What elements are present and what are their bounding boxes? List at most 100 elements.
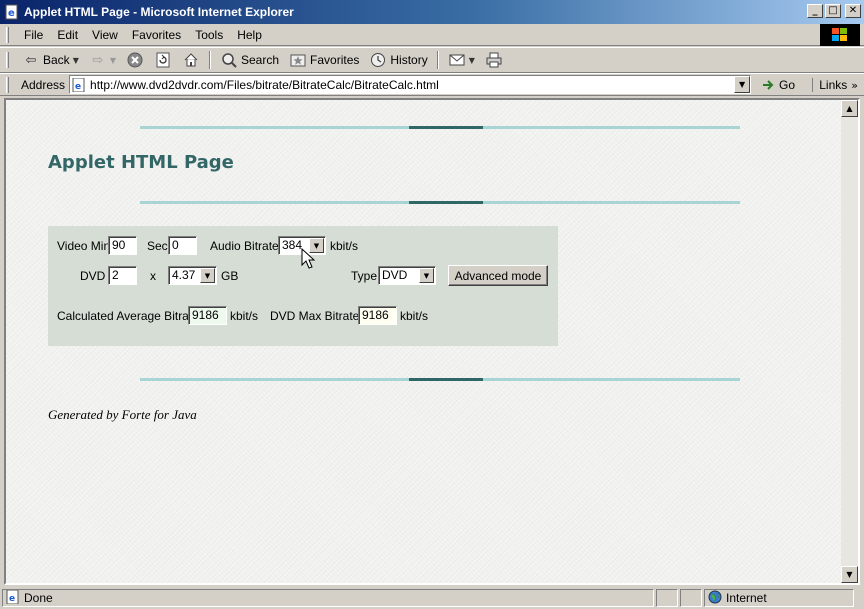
- zone-cell: Internet: [704, 589, 854, 607]
- stop-button[interactable]: [121, 49, 149, 71]
- vertical-scrollbar[interactable]: ▲ ▼: [841, 100, 858, 583]
- menu-help[interactable]: Help: [230, 26, 269, 44]
- address-url: http://www.dvd2dvdr.com/Files/bitrate/Bi…: [90, 77, 439, 92]
- chevron-down-icon[interactable]: ▼: [200, 268, 215, 283]
- video-min-label: Video Min: [57, 239, 111, 253]
- menu-view-label: View: [92, 27, 118, 42]
- menu-file[interactable]: File: [17, 26, 50, 44]
- forward-button[interactable]: ⇨ ▼: [84, 49, 121, 71]
- horizontal-rule: [140, 126, 740, 129]
- avg-bitrate-label: Calculated Average Bitrate: [57, 309, 199, 323]
- type-label: Type: [351, 269, 378, 283]
- dvd-size-select[interactable]: 4.37 ▼: [168, 266, 217, 285]
- max-bitrate-label: DVD Max Bitrate: [270, 309, 360, 323]
- address-grip: [6, 76, 9, 93]
- toolbar-separator: [209, 51, 211, 69]
- menu-view[interactable]: View: [85, 26, 125, 44]
- ie-page-icon: e: [6, 589, 20, 607]
- print-button[interactable]: [480, 49, 508, 71]
- menu-grip: [6, 26, 9, 43]
- mail-icon: [448, 51, 466, 69]
- status-text-cell: e Done: [2, 589, 654, 607]
- history-button[interactable]: History: [364, 49, 432, 71]
- close-button[interactable]: ✕: [845, 4, 861, 18]
- browser-content-frame: Applet HTML Page Video Min 90 Sec 0 Audi…: [4, 98, 860, 585]
- horizontal-rule: [140, 378, 740, 381]
- back-button[interactable]: ⇦ Back ▼: [17, 49, 84, 71]
- back-label: Back: [43, 53, 70, 67]
- toolbar-separator: [436, 51, 439, 69]
- sec-label: Sec: [147, 239, 168, 253]
- window-title: Applet HTML Page - Microsoft Internet Ex…: [24, 5, 294, 19]
- home-button[interactable]: [177, 49, 205, 71]
- horizontal-rule: [140, 201, 740, 204]
- forward-arrow-icon: ⇨: [92, 52, 104, 68]
- address-label: Address: [21, 77, 66, 92]
- menu-edit-label: Edit: [57, 27, 79, 42]
- links-button[interactable]: Links »: [812, 78, 858, 92]
- audio-unit-label: kbit/s: [330, 239, 359, 253]
- favorites-button[interactable]: Favorites: [284, 49, 364, 71]
- search-icon: [220, 51, 238, 69]
- dvd-size-value: 4.37: [172, 268, 196, 282]
- menu-tools[interactable]: Tools: [188, 26, 230, 44]
- refresh-icon: [154, 51, 172, 69]
- audio-bitrate-value: 384: [282, 238, 303, 252]
- status-cell: [656, 589, 678, 607]
- times-label: x: [150, 269, 156, 283]
- zone-label: Internet: [726, 591, 767, 605]
- minimize-button[interactable]: _: [807, 4, 823, 18]
- chevron-down-icon[interactable]: ▼: [419, 268, 434, 283]
- menu-help-label: Help: [237, 27, 262, 42]
- avg-unit-label: kbit/s: [230, 309, 259, 323]
- max-unit-label: kbit/s: [400, 309, 429, 323]
- favorites-icon: [289, 51, 307, 69]
- menu-favorites[interactable]: Favorites: [125, 26, 188, 44]
- menu-favorites-label: Favorites: [131, 27, 182, 42]
- print-icon: [485, 51, 503, 69]
- refresh-button[interactable]: [149, 49, 177, 71]
- size-unit-label: GB: [221, 269, 239, 283]
- video-min-input[interactable]: 90: [108, 236, 137, 255]
- type-select[interactable]: DVD ▼: [378, 266, 436, 285]
- back-dropdown-icon[interactable]: ▼: [73, 56, 79, 65]
- max-bitrate-output[interactable]: 9186: [358, 306, 397, 325]
- status-cell: [680, 589, 702, 607]
- mouse-pointer-icon: [301, 248, 316, 269]
- avg-bitrate-output[interactable]: 9186: [188, 306, 227, 325]
- svg-text:e: e: [9, 594, 15, 604]
- ie-page-icon: e: [72, 77, 86, 92]
- scroll-up-icon[interactable]: ▲: [841, 100, 858, 117]
- address-input[interactable]: e http://www.dvd2dvdr.com/Files/bitrate/…: [69, 75, 752, 94]
- chevron-right-icon: »: [851, 78, 858, 92]
- globe-icon: [708, 590, 722, 607]
- menu-edit[interactable]: Edit: [50, 26, 85, 44]
- ie-page-icon: e: [4, 4, 20, 20]
- type-value: DVD: [382, 268, 408, 282]
- address-bar: Address e http://www.dvd2dvdr.com/Files/…: [0, 73, 864, 96]
- page-title: Applet HTML Page: [48, 152, 234, 173]
- search-button[interactable]: Search: [215, 49, 284, 71]
- history-label: History: [390, 53, 428, 67]
- address-dropdown-icon[interactable]: ▼: [734, 76, 751, 93]
- forward-dropdown-icon[interactable]: ▼: [110, 56, 116, 65]
- mail-button[interactable]: ▼: [443, 49, 480, 71]
- home-icon: [182, 51, 200, 69]
- history-icon: [369, 51, 387, 69]
- favorites-label: Favorites: [310, 53, 360, 67]
- menu-tools-label: Tools: [195, 27, 224, 42]
- menu-bar: File Edit View Favorites Tools Help: [0, 24, 864, 46]
- go-button[interactable]: Go: [759, 76, 795, 94]
- go-label: Go: [779, 77, 796, 92]
- advanced-mode-button[interactable]: Advanced mode: [448, 265, 548, 286]
- search-label: Search: [241, 53, 280, 67]
- mail-dropdown-icon[interactable]: ▼: [469, 56, 475, 65]
- status-bar: e Done Internet: [0, 587, 864, 609]
- dvd-count-input[interactable]: 2: [108, 266, 137, 285]
- sec-input[interactable]: 0: [168, 236, 197, 255]
- scroll-down-icon[interactable]: ▼: [841, 566, 858, 583]
- bitrate-calculator-applet: Video Min 90 Sec 0 Audio Bitrate 384 ▼ k…: [48, 226, 558, 346]
- menu-file-label: File: [24, 27, 44, 42]
- web-page: Applet HTML Page Video Min 90 Sec 0 Audi…: [6, 100, 841, 583]
- maximize-button[interactable]: □: [825, 4, 841, 18]
